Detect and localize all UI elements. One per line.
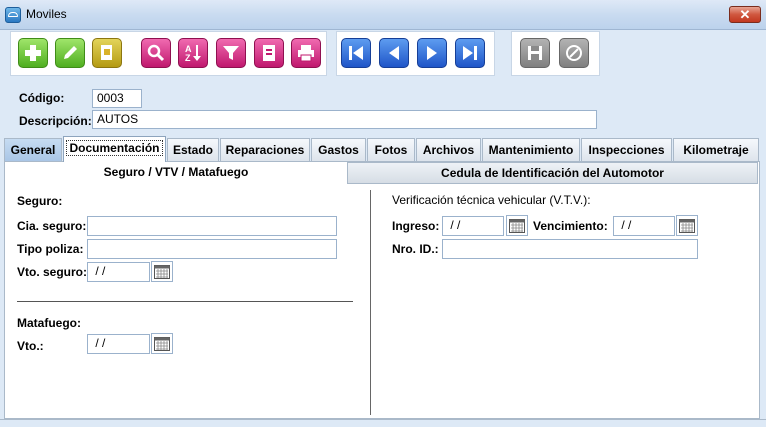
copy-icon xyxy=(101,45,112,60)
calendar-icon xyxy=(154,336,170,351)
codigo-label: Código: xyxy=(19,91,65,105)
edit-icon xyxy=(64,46,77,59)
nro-id-field[interactable] xyxy=(442,239,698,259)
vencimiento-field[interactable]: / / xyxy=(613,216,675,236)
window-title: Moviles xyxy=(26,7,67,21)
section-divider xyxy=(17,301,353,302)
tab-estado[interactable]: Estado xyxy=(167,138,219,161)
cancel-button[interactable] xyxy=(559,38,589,68)
sort-az-icon: AZ xyxy=(185,44,201,63)
tipo-poliza-field[interactable] xyxy=(87,239,337,259)
title-bar xyxy=(0,0,766,30)
search-button[interactable] xyxy=(141,38,171,68)
descripcion-label: Descripción: xyxy=(19,114,92,128)
first-button[interactable] xyxy=(341,38,371,68)
calendar-icon xyxy=(509,218,525,233)
status-strip xyxy=(0,419,766,427)
prev-icon xyxy=(389,46,399,60)
next-button[interactable] xyxy=(417,38,447,68)
matafuego-vto-label: Vto.: xyxy=(17,339,44,353)
vencimiento-calendar-button[interactable] xyxy=(676,215,698,236)
svg-text:Z: Z xyxy=(185,53,191,63)
vto-seguro-label: Vto. seguro: xyxy=(17,265,88,279)
report-icon xyxy=(263,45,275,61)
subtab-seguro-vtv[interactable]: Seguro / VTV / Matafuego xyxy=(5,162,347,184)
last-button[interactable] xyxy=(455,38,485,68)
subtab-cedula[interactable]: Cedula de Identificación del Automotor xyxy=(347,162,758,184)
codigo-field[interactable]: 0003 xyxy=(92,89,142,108)
filter-icon xyxy=(223,46,239,60)
tab-inspecciones[interactable]: Inspecciones xyxy=(581,138,672,161)
tab-documentacion-label: Documentación xyxy=(66,140,163,156)
add-button[interactable] xyxy=(18,38,48,68)
last-icon xyxy=(463,46,477,60)
prev-button[interactable] xyxy=(379,38,409,68)
edit-button[interactable] xyxy=(55,38,85,68)
vto-seguro-calendar-button[interactable] xyxy=(151,261,173,282)
tab-fotos[interactable]: Fotos xyxy=(367,138,415,161)
ingreso-field[interactable]: / / xyxy=(442,216,504,236)
app-icon xyxy=(5,7,21,23)
first-icon xyxy=(349,46,363,60)
add-icon xyxy=(25,45,41,61)
seguro-section-title: Seguro: xyxy=(17,194,63,208)
calendar-icon xyxy=(679,218,695,233)
vtv-section-title: Verificación técnica vehicular (V.T.V.): xyxy=(392,193,591,207)
cia-seguro-field[interactable] xyxy=(87,216,337,236)
tab-documentacion[interactable]: Documentación xyxy=(63,136,166,162)
report-button[interactable] xyxy=(254,38,284,68)
tab-gastos[interactable]: Gastos xyxy=(311,138,366,161)
matafuego-vto-field[interactable]: / / xyxy=(87,334,150,354)
ingreso-label: Ingreso: xyxy=(392,219,440,233)
vto-seguro-field[interactable]: / / xyxy=(87,262,150,282)
sort-button[interactable]: AZ xyxy=(178,38,208,68)
matafuego-calendar-button[interactable] xyxy=(151,333,173,354)
next-icon xyxy=(427,46,437,60)
print-icon xyxy=(298,45,314,62)
cia-seguro-label: Cia. seguro: xyxy=(17,219,87,233)
close-button[interactable]: ✕ xyxy=(729,6,761,23)
matafuego-section-title: Matafuego: xyxy=(17,316,81,330)
ingreso-calendar-button[interactable] xyxy=(506,215,528,236)
tab-mantenimiento[interactable]: Mantenimiento xyxy=(482,138,580,161)
nro-id-label: Nro. ID.: xyxy=(392,242,439,256)
calendar-icon xyxy=(154,264,170,279)
copy-button[interactable] xyxy=(92,38,122,68)
save-button[interactable] xyxy=(520,38,550,68)
vencimiento-label: Vencimiento: xyxy=(533,219,608,233)
column-divider xyxy=(370,190,371,415)
tab-panel xyxy=(4,161,760,419)
tab-kilometraje[interactable]: Kilometraje xyxy=(673,138,759,161)
print-button[interactable] xyxy=(291,38,321,68)
cancel-icon xyxy=(566,45,582,61)
save-icon xyxy=(528,46,542,60)
search-icon xyxy=(147,44,165,62)
tab-general[interactable]: General xyxy=(4,138,62,161)
filter-button[interactable] xyxy=(216,38,246,68)
tipo-poliza-label: Tipo poliza: xyxy=(17,242,84,256)
tab-reparaciones[interactable]: Reparaciones xyxy=(220,138,310,161)
tab-archivos[interactable]: Archivos xyxy=(416,138,481,161)
descripcion-field[interactable]: AUTOS xyxy=(92,110,597,129)
